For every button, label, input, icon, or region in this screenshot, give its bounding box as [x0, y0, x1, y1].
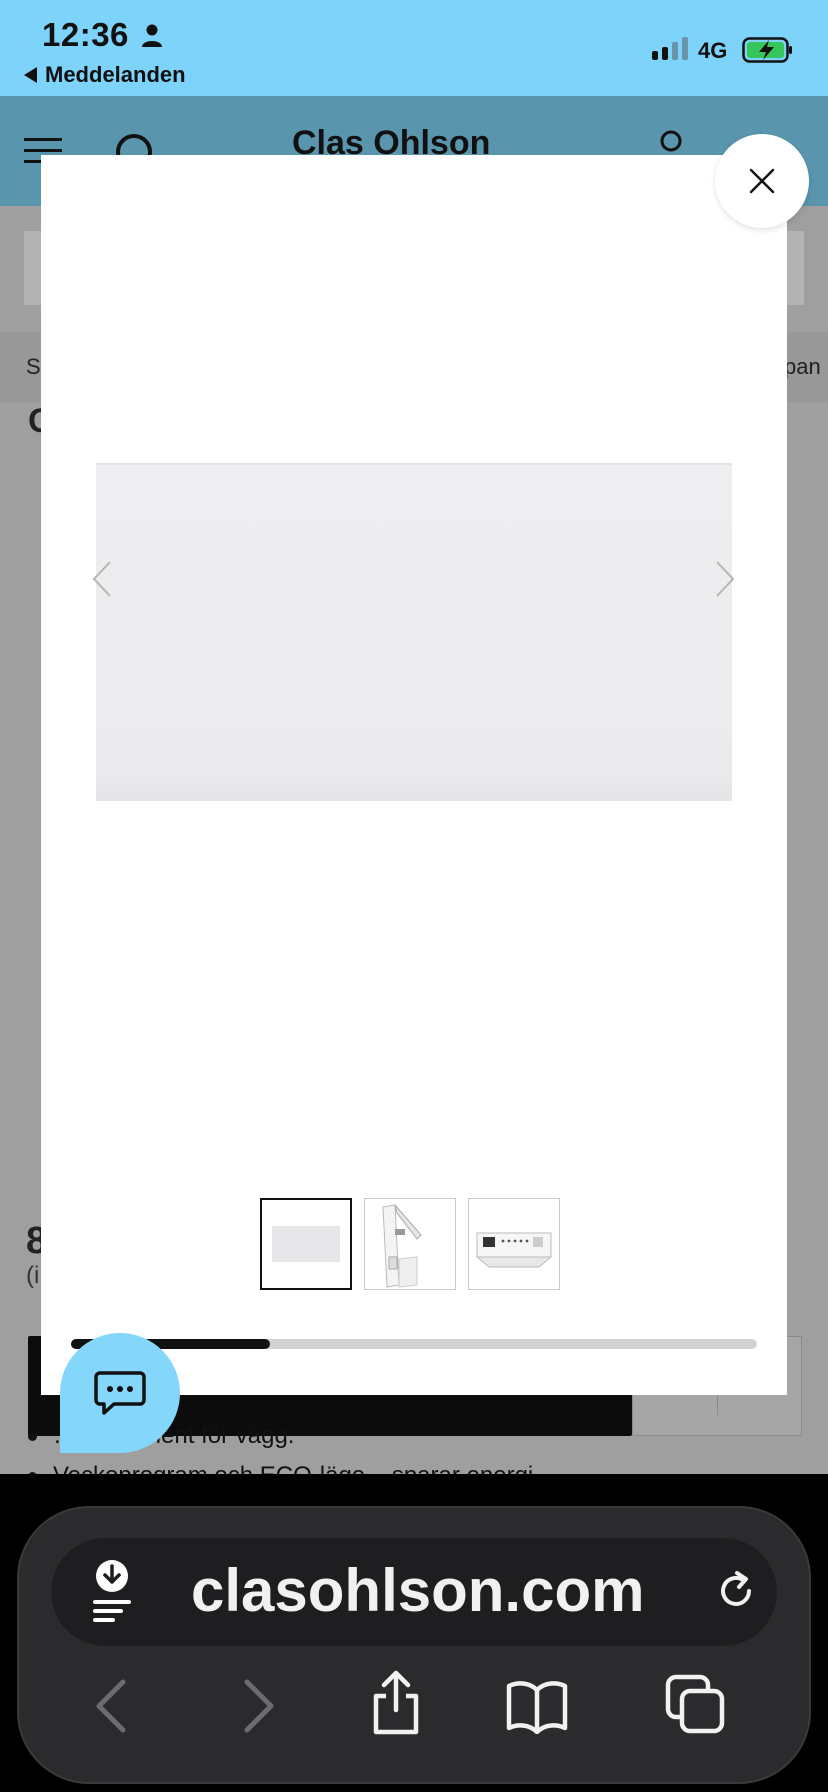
- download-status-icon[interactable]: [87, 1556, 137, 1626]
- battery-charging-icon: [742, 37, 792, 63]
- chat-bubble-icon: [94, 1371, 146, 1415]
- previous-image-arrow-icon[interactable]: [91, 560, 113, 598]
- feature-item: Veckoprogram och ECO-läge – sparar energ…: [28, 1462, 632, 1474]
- breadcrumb-fragment-left: S: [26, 354, 41, 379]
- thumbnail-panel-side: [382, 1204, 422, 1288]
- address-bar-url: clasohlson.com: [191, 1557, 645, 1624]
- network-type: 4G: [698, 38, 728, 63]
- bookmarks-icon[interactable]: [505, 1678, 569, 1734]
- browser-back-icon[interactable]: [93, 1678, 129, 1734]
- price-note-fragment: (i: [26, 1262, 40, 1289]
- close-icon: [749, 168, 775, 194]
- chat-button[interactable]: [60, 1333, 180, 1453]
- tabs-icon[interactable]: [665, 1674, 727, 1736]
- browser-toolbar: clasohlson.com: [0, 1474, 828, 1792]
- back-to-app-link[interactable]: Meddelanden: [24, 62, 186, 88]
- image-gallery-modal: [41, 155, 787, 1395]
- thumbnail-panel-front: [272, 1226, 340, 1262]
- thumbnail-strip: [260, 1198, 560, 1290]
- person-icon: [142, 24, 162, 47]
- status-bar: 12:36 Meddelanden 4G: [0, 0, 828, 96]
- close-modal-button[interactable]: [715, 134, 809, 228]
- browser-panel: clasohlson.com: [17, 1506, 811, 1784]
- gallery-scroll-track[interactable]: [71, 1339, 757, 1349]
- reload-icon[interactable]: [713, 1568, 759, 1614]
- thumbnail-2[interactable]: [364, 1198, 456, 1290]
- address-bar[interactable]: clasohlson.com: [51, 1538, 777, 1646]
- thumbnail-3[interactable]: [468, 1198, 560, 1290]
- back-triangle-icon: [24, 67, 37, 83]
- breadcrumb-fragment-right: pan: [784, 354, 821, 379]
- signal-icon: [652, 36, 688, 60]
- thumbnail-1[interactable]: [260, 1198, 352, 1290]
- product-image-main: [96, 463, 732, 801]
- share-icon[interactable]: [369, 1670, 423, 1736]
- status-time: 12:36: [42, 16, 129, 53]
- back-to-app-label: Meddelanden: [45, 62, 186, 87]
- browser-forward-icon[interactable]: [241, 1678, 277, 1734]
- next-image-arrow-icon[interactable]: [714, 560, 736, 598]
- thumbnail-panel-controls: [475, 1232, 553, 1268]
